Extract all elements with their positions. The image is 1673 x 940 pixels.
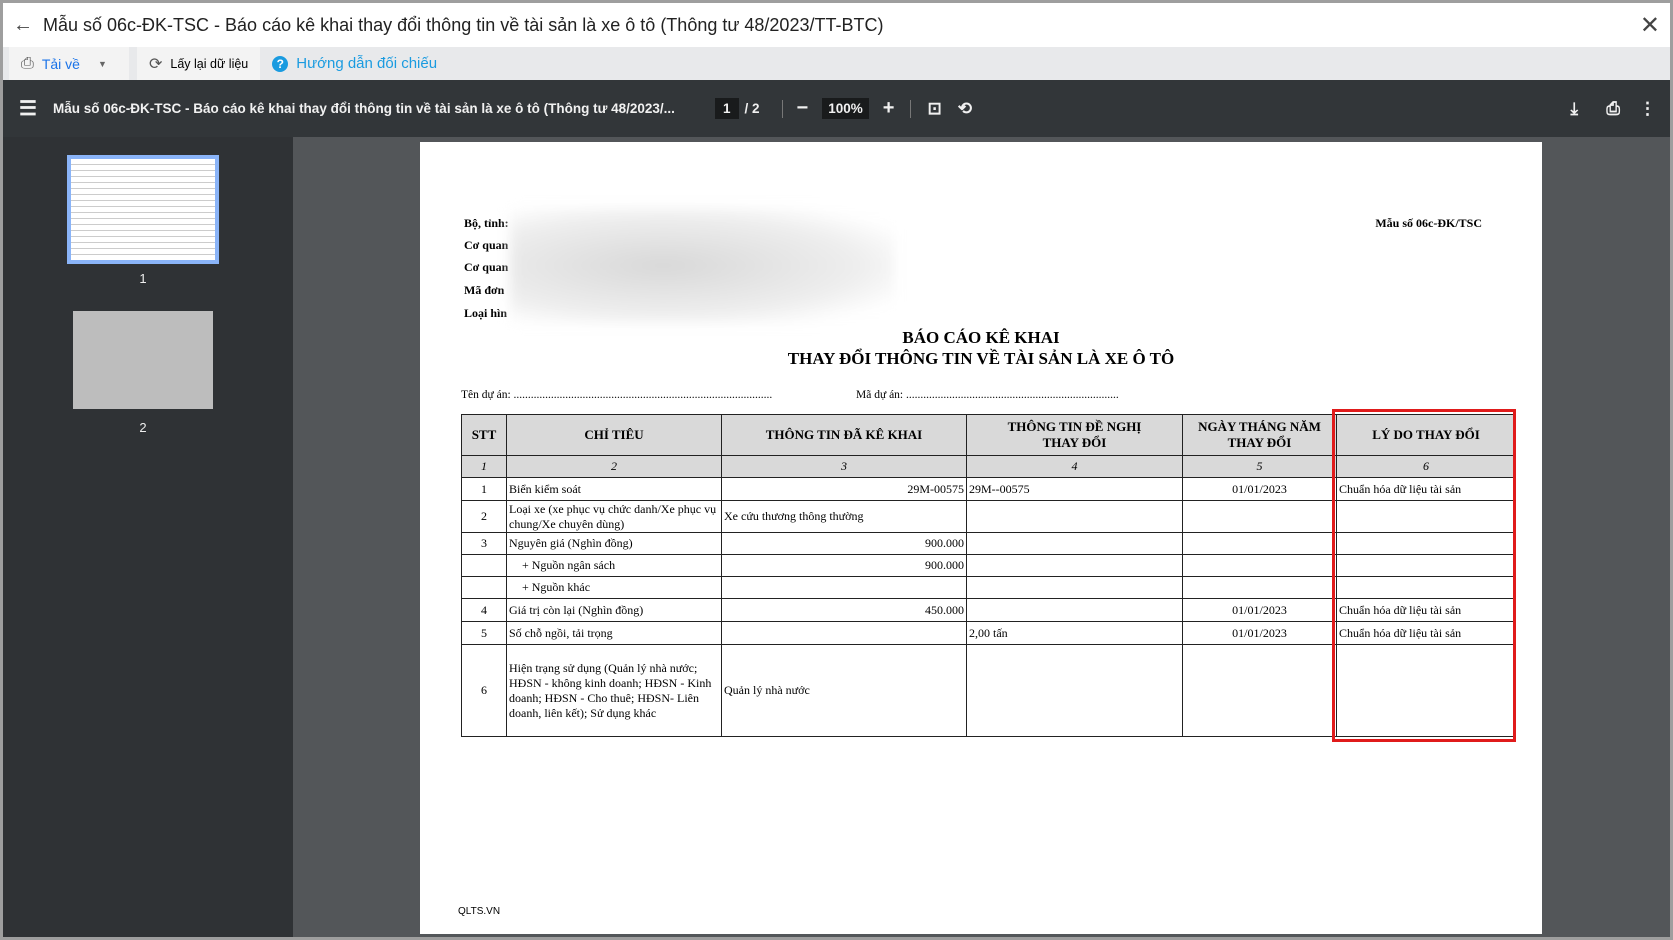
thumbnail-page-1[interactable] (67, 155, 219, 264)
table-cell (1182, 644, 1337, 737)
zoom-in-icon[interactable]: + (883, 97, 895, 120)
table-cell (721, 576, 967, 599)
page-total: / 2 (744, 101, 760, 116)
table-cell (1182, 532, 1337, 555)
col-header: STT (461, 414, 507, 456)
zoom-input[interactable]: 100% (822, 98, 869, 119)
printer-icon: ⎙ (21, 54, 34, 72)
project-name: Tên dự án: .............................… (461, 389, 773, 401)
zoom-out-icon[interactable]: − (797, 97, 809, 120)
table-cell: 6 (461, 644, 507, 737)
table-cell: 1 (461, 477, 507, 501)
table-cell: Quản lý nhà nước (721, 644, 967, 737)
title-bar: ← Mẫu số 06c-ĐK-TSC - Báo cáo kê khai th… (3, 3, 1670, 47)
thumbnail-label: 1 (139, 271, 147, 286)
col-index: 1 (461, 455, 507, 478)
table-cell: 3 (461, 532, 507, 555)
table-cell: 4 (461, 598, 507, 622)
download-button[interactable]: ⎙ Tải về ▼ (9, 47, 129, 80)
page-footer: QLTS.VN (458, 906, 501, 917)
toolbar: ⎙ Tải về ▼ ⟳ Lấy lại dữ liệu ? Hướng dẫn… (3, 47, 1670, 80)
col-index: 5 (1182, 455, 1337, 478)
form-number: Mẫu số 06c-ĐK/TSC (1375, 216, 1482, 230)
divider (910, 99, 912, 118)
table-cell: Số chỗ ngồi, tải trọng (506, 621, 722, 645)
table-cell: + Nguồn ngân sách (506, 554, 722, 577)
report-title: BÁO CÁO KÊ KHAI (902, 328, 1060, 347)
back-arrow-icon[interactable]: ← (3, 14, 43, 37)
table-cell: 2,00 tấn (966, 621, 1183, 645)
table-cell: Hiện trạng sử dụng (Quản lý nhà nước; HĐ… (506, 644, 722, 737)
table-cell (966, 576, 1183, 599)
table-cell: 2 (461, 500, 507, 533)
table-cell: 29M-00575 (721, 477, 967, 501)
table-cell: Giá trị còn lại (Nghìn đồng) (506, 598, 722, 622)
table-cell (461, 576, 507, 599)
table-cell: Xe cứu thương thông thường (721, 500, 967, 533)
table-cell: 900.000 (721, 532, 967, 555)
menu-icon[interactable]: ☰ (3, 96, 53, 121)
thumbnail-label: 2 (139, 420, 147, 435)
pdf-doc-title: Mẫu số 06c-ĐK-TSC - Báo cáo kê khai thay… (53, 101, 675, 116)
page-number-input[interactable]: 1 (715, 98, 739, 119)
col-header: CHỈ TIÊU (506, 414, 722, 456)
pdf-viewer: ☰ Mẫu số 06c-ĐK-TSC - Báo cáo kê khai th… (3, 80, 1670, 937)
redacted-blur (510, 208, 894, 323)
report-window: ← Mẫu số 06c-ĐK-TSC - Báo cáo kê khai th… (3, 3, 1670, 937)
guide-link[interactable]: ? Hướng dẫn đối chiếu (260, 47, 449, 80)
thumbnail-sidebar: 1 2 (3, 137, 293, 937)
rotate-icon[interactable]: ⟲ (958, 99, 972, 119)
table-cell: Loại xe (xe phục vụ chức danh/Xe phục vụ… (506, 500, 722, 533)
print-icon[interactable]: ⎙ (1606, 99, 1620, 119)
col-index: 4 (966, 455, 1183, 478)
col-header: THÔNG TIN ĐỀ NGHỊ THAY ĐỔI (966, 414, 1183, 456)
reload-data-button[interactable]: ⟳ Lấy lại dữ liệu (137, 47, 261, 80)
table-cell (1182, 554, 1337, 577)
header-line: Loại hìn (464, 306, 508, 320)
table-cell: Nguyên giá (Nghìn đồng) (506, 532, 722, 555)
fit-page-icon[interactable]: ⊡ (927, 99, 941, 119)
table-cell (966, 532, 1183, 555)
table-cell (461, 554, 507, 577)
table-cell: + Nguồn khác (506, 576, 722, 599)
table-cell (721, 621, 967, 645)
col-index: 2 (506, 455, 722, 478)
window-title: Mẫu số 06c-ĐK-TSC - Báo cáo kê khai thay… (43, 14, 884, 35)
table-cell (1182, 500, 1337, 533)
table-cell: 29M--00575 (966, 477, 1183, 501)
header-line: Cơ quan (464, 260, 509, 274)
header-line: Bộ, tỉnh: (464, 216, 509, 230)
project-code: Mã dự án: ..............................… (856, 389, 1119, 401)
table-cell: 450.000 (721, 598, 967, 622)
report-subtitle: THAY ĐỔI THÔNG TIN VỀ TÀI SẢN LÀ XE Ô TÔ (787, 349, 1175, 368)
header-line: Cơ quan (464, 238, 509, 252)
thumbnail-page-2[interactable] (73, 311, 213, 409)
col-index: 3 (721, 455, 967, 478)
highlight-box (1332, 409, 1516, 742)
table-cell: 01/01/2023 (1182, 477, 1337, 501)
header-line: Mã đơn (464, 283, 505, 297)
table-cell (966, 554, 1183, 577)
col-header: THÔNG TIN ĐÃ KÊ KHAI (721, 414, 967, 456)
divider (781, 99, 783, 118)
table-cell: Biển kiểm soát (506, 477, 722, 501)
table-cell: 01/01/2023 (1182, 598, 1337, 622)
pdf-page: Bộ, tỉnh: Cơ quan Cơ quan Mã đơn Loại hì… (420, 142, 1542, 934)
download-icon[interactable]: ⤓ (1570, 99, 1578, 119)
close-icon[interactable]: ✕ (1640, 11, 1660, 40)
table-cell (966, 644, 1183, 737)
table-cell (1182, 576, 1337, 599)
table-cell: 5 (461, 621, 507, 645)
col-header: NGÀY THÁNG NĂM THAY ĐỔI (1182, 414, 1337, 456)
help-icon: ? (272, 55, 289, 72)
refresh-icon: ⟳ (149, 55, 163, 73)
caret-down-icon[interactable]: ▼ (98, 59, 107, 69)
table-cell: 900.000 (721, 554, 967, 577)
pdf-toolbar: ☰ Mẫu số 06c-ĐK-TSC - Báo cáo kê khai th… (3, 80, 1670, 137)
table-cell (966, 500, 1183, 533)
table-cell (966, 598, 1183, 622)
more-options-icon[interactable]: ⋮ (1639, 99, 1656, 119)
table-cell: 01/01/2023 (1182, 621, 1337, 645)
